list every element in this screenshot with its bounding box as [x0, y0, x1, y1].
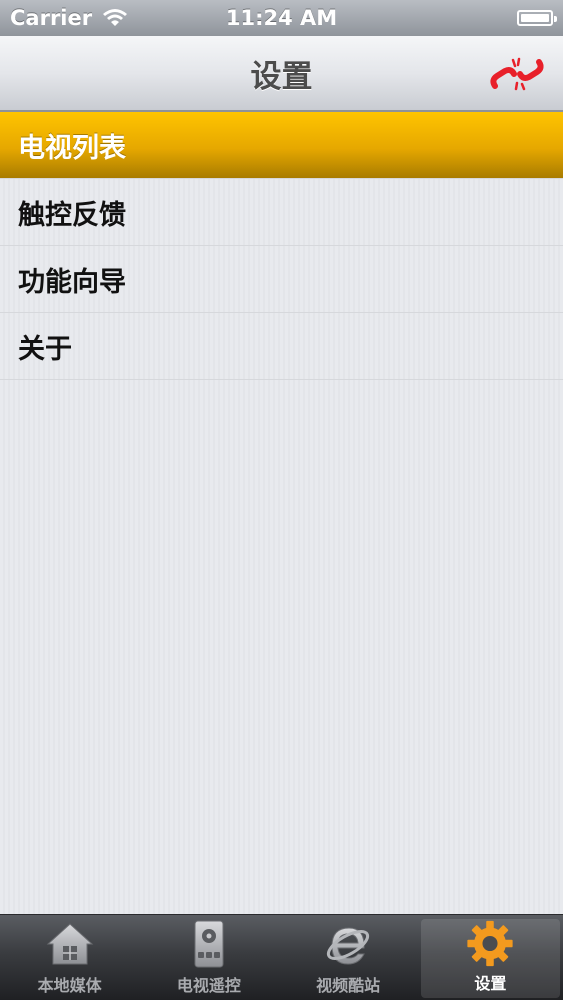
- tab-label: 本地媒体: [37, 976, 102, 995]
- status-bar: Carrier 11:24 AM: [0, 0, 563, 36]
- tab-tv-remote[interactable]: 电视遥控: [139, 915, 278, 1000]
- remote-icon: [194, 920, 224, 968]
- tab-local-media[interactable]: 本地媒体: [0, 915, 139, 1000]
- home-icon: [46, 923, 93, 965]
- list-item-label: 电视列表: [18, 132, 126, 164]
- tab-label: 设置: [474, 974, 507, 993]
- tab-label: 视频酷站: [316, 976, 381, 995]
- wifi-icon: [103, 9, 128, 26]
- status-left: Carrier: [10, 6, 128, 30]
- list-item-about[interactable]: 关于: [0, 313, 563, 380]
- tab-label: 电视遥控: [176, 976, 241, 995]
- content-background: [0, 380, 563, 914]
- list-item-label: 触控反馈: [18, 199, 126, 231]
- list-item-touch-feedback[interactable]: 触控反馈: [0, 179, 563, 246]
- navigation-bar: 设置: [0, 36, 563, 112]
- browser-e-icon: [327, 927, 370, 965]
- tab-video-sites[interactable]: 视频酷站: [279, 915, 418, 1000]
- battery-icon: [517, 10, 557, 26]
- settings-list: 电视列表 触控反馈 功能向导 关于: [0, 112, 563, 380]
- tab-bar: 本地媒体 电视遥控 视频酷站 设置: [0, 914, 563, 1000]
- list-item-feature-guide[interactable]: 功能向导: [0, 246, 563, 313]
- carrier-label: Carrier: [10, 6, 93, 30]
- battery-level: [521, 14, 549, 22]
- list-item-label: 功能向导: [18, 266, 126, 298]
- list-item-label: 关于: [18, 333, 72, 365]
- list-item-tv-list[interactable]: 电视列表: [0, 112, 563, 179]
- page-title: 设置: [250, 58, 313, 95]
- gear-icon: [467, 920, 513, 967]
- broken-link-icon[interactable]: [487, 52, 547, 96]
- tab-settings[interactable]: 设置: [420, 919, 560, 998]
